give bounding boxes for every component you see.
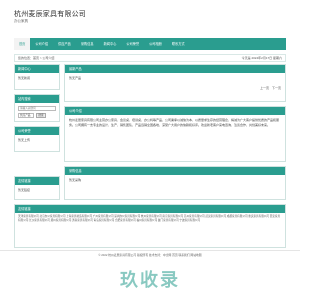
about-body: 杭州麦辰家具有限公司主营办公家具、会议桌、培训桌、办公椅等产品，公司秉承以诚信为… — [69, 118, 280, 127]
sidebar-search: 站内搜索 请输入关键词 供应产品 搜索 — [14, 94, 60, 122]
nav-purchase[interactable]: 采购信息 — [76, 38, 99, 50]
sidebar-links-item: 暂无链接 — [18, 188, 31, 192]
company-subtitle: 办公家具 — [14, 19, 28, 23]
products-panel: 最新产品 暂无产品 上一页 下一页 — [64, 64, 286, 102]
nav-about[interactable]: 公司介绍 — [30, 38, 53, 50]
breadcrumb: 您的位置：首页 > 公司介绍 今天是 2024年2月17日 星期六 — [14, 54, 286, 62]
site-header: 杭州麦辰家具有限公司 办公家具 — [0, 0, 300, 38]
about-panel: 公司介绍 杭州麦辰家具有限公司主营办公家具、会议桌、培训桌、办公椅等产品，公司秉… — [64, 106, 286, 162]
friend-links-title: 友情链接 — [15, 205, 285, 213]
sidebar-honor-title: 公司荣誉 — [15, 127, 59, 135]
company-title: 杭州麦辰家具有限公司 — [14, 11, 86, 18]
nav-album[interactable]: 公司相册 — [144, 38, 167, 50]
nav-honor[interactable]: 公司荣誉 — [121, 38, 144, 50]
products-pager: 上一页 下一页 — [65, 84, 285, 92]
main-nav: 首页 公司介绍 供应产品 采购信息 新闻中心 公司荣誉 公司相册 联系方式 — [14, 38, 286, 50]
nav-news[interactable]: 新闻中心 — [99, 38, 122, 50]
search-input[interactable]: 请输入关键词 — [18, 106, 56, 111]
nav-products[interactable]: 供应产品 — [53, 38, 76, 50]
breadcrumb-text: 您的位置：首页 > 公司介绍 — [18, 56, 55, 60]
sidebar-news: 新闻中心 暂无新闻 — [14, 64, 60, 90]
sidebar-links: 友情链接 暂无链接 — [14, 176, 60, 200]
nav-home[interactable]: 首页 — [14, 38, 31, 50]
purchase-title: 采购信息 — [65, 167, 285, 175]
footer-text: © 2022 杭州麦辰家具有限公司 版权所有 技术支持：中企网 首页 联系我们 … — [98, 253, 202, 257]
nav-contact[interactable]: 联系方式 — [167, 38, 190, 50]
date-text: 今天是 2024年2月17日 星期六 — [241, 56, 282, 60]
sidebar-search-title: 站内搜索 — [15, 95, 59, 103]
about-title: 公司介绍 — [65, 107, 285, 115]
search-type-select[interactable]: 供应产品 — [18, 113, 34, 118]
pager-next[interactable]: 下一页 — [272, 86, 281, 90]
footer: © 2022 杭州麦辰家具有限公司 版权所有 技术支持：中企网 首页 联系我们 … — [0, 250, 300, 264]
sidebar-honor-item: 暂无上传 — [18, 138, 31, 142]
friend-links-text[interactable]: 天津家具有限公司 北京办公家具有限公司 上海家具制造有限公司 广州家具有限公司 … — [15, 213, 285, 225]
sidebar-news-title: 新闻中心 — [15, 65, 59, 73]
search-button[interactable]: 搜索 — [36, 113, 46, 118]
purchase-panel: 采购信息 暂无采购 — [64, 166, 286, 200]
watermark-logo: 玖收录 — [120, 270, 180, 290]
sidebar-links-title: 友情链接 — [15, 177, 59, 185]
friend-links: 友情链接 天津家具有限公司 北京办公家具有限公司 上海家具制造有限公司 广州家具… — [14, 204, 286, 248]
products-title: 最新产品 — [65, 65, 285, 73]
sidebar-honor: 公司荣誉 暂无上传 — [14, 126, 60, 152]
purchase-empty: 暂无采购 — [69, 178, 82, 182]
pager-prev[interactable]: 上一页 — [260, 86, 269, 90]
products-empty: 暂无产品 — [69, 76, 82, 80]
sidebar-news-item[interactable]: 暂无新闻 — [18, 76, 56, 81]
